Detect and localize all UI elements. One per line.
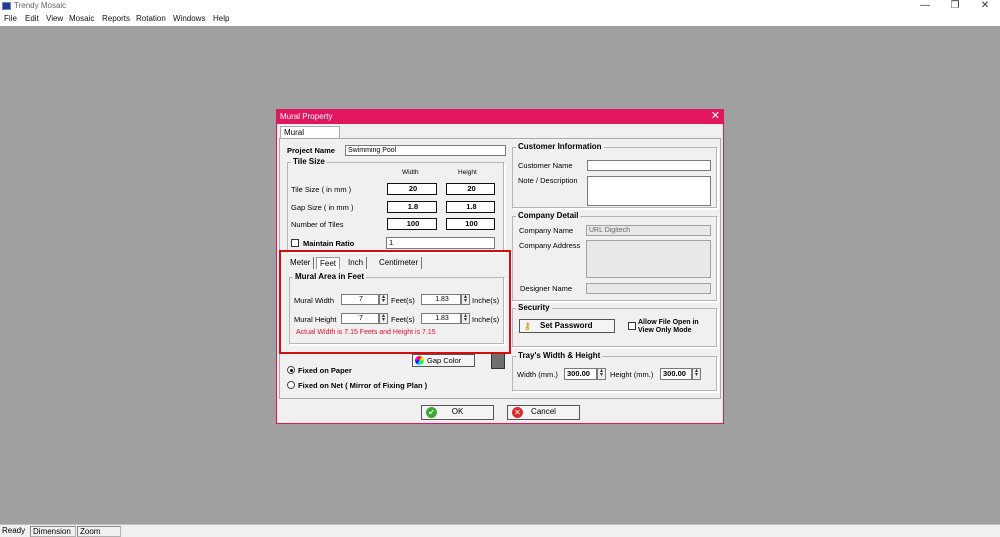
tray-width-input[interactable]: 300.00 xyxy=(564,368,597,380)
status-zoom: Zoom xyxy=(77,526,121,537)
allow-view-only-label-line2: View Only Mode xyxy=(638,327,692,334)
fixed-on-net-radio[interactable] xyxy=(287,381,295,389)
note-description-label: Note / Description xyxy=(518,176,578,185)
company-name-input[interactable]: URL Digitech xyxy=(586,225,711,236)
cancel-button[interactable]: ✕ Cancel xyxy=(507,405,580,420)
app-titlebar: Trendy Mosaic — ❐ ✕ xyxy=(0,0,1000,13)
menu-windows[interactable]: Windows xyxy=(173,14,205,23)
set-password-button[interactable]: ⚷ Set Password xyxy=(519,319,615,333)
set-password-label: Set Password xyxy=(540,321,593,330)
menu-help[interactable]: Help xyxy=(213,14,229,23)
fixed-on-paper-radio[interactable] xyxy=(287,366,295,374)
maintain-ratio-checkbox[interactable] xyxy=(291,239,299,247)
check-icon: ✔ xyxy=(426,407,437,418)
tile-size-title: Tile Size xyxy=(291,157,327,166)
cancel-label: Cancel xyxy=(531,407,556,416)
allow-view-only-label-line1: Allow File Open in xyxy=(638,319,699,326)
note-description-input[interactable] xyxy=(587,176,711,206)
tray-title: Tray's Width & Height xyxy=(516,351,603,360)
customer-info-group: Customer Information Customer Name Note … xyxy=(512,142,718,209)
company-address-label: Company Address xyxy=(519,241,581,250)
dialog-titlebar: Mural Property ✕ xyxy=(277,110,723,124)
tray-height-input[interactable]: 300.00 xyxy=(660,368,692,380)
menu-reports[interactable]: Reports xyxy=(102,14,130,23)
tray-height-spinner[interactable]: ▴ ▾ xyxy=(692,368,701,380)
cancel-icon: ✕ xyxy=(512,407,523,418)
tiles-height-input[interactable]: 100 xyxy=(446,218,495,230)
project-name-label: Project Name xyxy=(287,146,335,155)
gap-width-input[interactable]: 1.8 xyxy=(387,201,437,213)
ratio-input[interactable]: 1 xyxy=(386,237,495,249)
status-dimension: Dimension xyxy=(30,526,76,537)
menu-edit[interactable]: Edit xyxy=(25,14,39,23)
menu-view[interactable]: View xyxy=(46,14,63,23)
minimize-button[interactable]: — xyxy=(910,0,940,12)
fixed-on-net-label: Fixed on Net ( Mirror of Fixing Plan ) xyxy=(298,381,428,390)
tile-size-group: Tile Size Width Height Tile Size ( in mm… xyxy=(287,157,505,253)
menubar: File Edit View Mosaic Reports Rotation W… xyxy=(0,13,1000,25)
app-title: Trendy Mosaic xyxy=(14,1,67,10)
fixed-on-paper-label: Fixed on Paper xyxy=(298,366,352,375)
statusbar: Ready Dimension Zoom xyxy=(0,524,1000,537)
menu-rotation[interactable]: Rotation xyxy=(136,14,166,23)
menu-file[interactable]: File xyxy=(4,14,17,23)
menu-mosaic[interactable]: Mosaic xyxy=(69,14,94,23)
maximize-button[interactable]: ❐ xyxy=(940,0,970,12)
designer-name-label: Designer Name xyxy=(520,284,573,293)
tray-height-label: Height (mm.) xyxy=(610,370,654,379)
gap-height-input[interactable]: 1.8 xyxy=(446,201,495,213)
tray-group: Tray's Width & Height Width (mm.) 300.00… xyxy=(512,351,718,392)
dialog-title: Mural Property xyxy=(280,112,333,121)
gap-color-label: Gap Color xyxy=(427,356,462,365)
gap-color-swatch[interactable] xyxy=(491,353,505,369)
company-detail-group: Company Detail Company Name URL Digitech… xyxy=(512,211,718,302)
company-name-label: Company Name xyxy=(519,226,574,235)
dialog-close-button[interactable]: ✕ xyxy=(711,110,720,123)
status-ready: Ready xyxy=(0,526,30,537)
security-title: Security xyxy=(516,303,552,312)
col-width-header: Width xyxy=(402,169,419,176)
tray-width-label: Width (mm.) xyxy=(517,370,558,379)
tile-width-input[interactable]: 20 xyxy=(387,183,437,195)
app-icon xyxy=(2,2,11,10)
tray-width-spinner[interactable]: ▴ ▾ xyxy=(597,368,606,380)
maintain-ratio-label: Maintain Ratio xyxy=(303,239,355,248)
gap-color-button[interactable]: Gap Color xyxy=(412,354,475,367)
customer-name-label: Customer Name xyxy=(518,161,573,170)
tile-size-label: Tile Size ( in mm ) xyxy=(291,185,352,194)
ok-label: OK xyxy=(451,407,464,416)
project-name-input[interactable]: Swimming Pool xyxy=(345,145,506,156)
ok-button[interactable]: ✔ OK xyxy=(421,405,494,420)
tiles-width-input[interactable]: 100 xyxy=(387,218,437,230)
customer-name-input[interactable] xyxy=(587,160,711,171)
close-button[interactable]: ✕ xyxy=(970,0,1000,12)
col-height-header: Height xyxy=(458,169,477,176)
color-wheel-icon xyxy=(415,356,424,365)
tile-height-input[interactable]: 20 xyxy=(446,183,495,195)
gap-size-label: Gap Size ( in mm ) xyxy=(291,203,354,212)
customer-info-title: Customer Information xyxy=(516,142,604,151)
number-of-tiles-label: Number of Tiles xyxy=(291,220,344,229)
company-address-input[interactable] xyxy=(586,240,711,278)
highlight-box xyxy=(279,250,511,354)
key-icon: ⚷ xyxy=(524,321,531,331)
company-detail-title: Company Detail xyxy=(516,211,581,220)
allow-view-only-checkbox[interactable] xyxy=(628,322,636,330)
designer-name-input[interactable] xyxy=(586,283,711,294)
security-group: Security ⚷ Set Password Allow File Open … xyxy=(512,303,718,348)
